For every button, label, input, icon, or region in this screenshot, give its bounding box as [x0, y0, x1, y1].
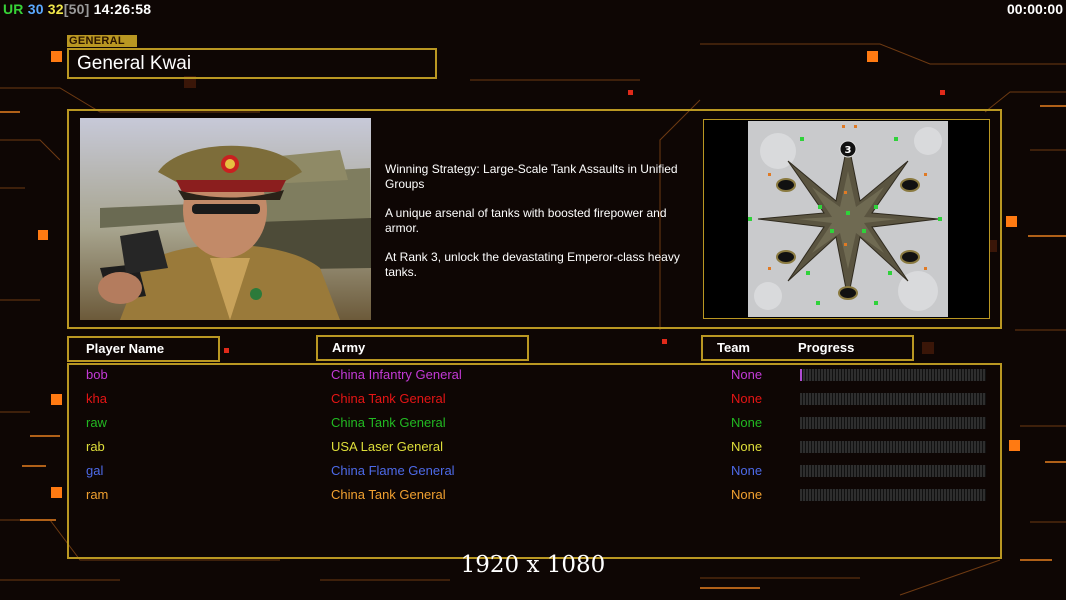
map-player-marker: 3 — [845, 145, 852, 156]
progress-fill — [800, 369, 802, 381]
player-team[interactable]: None — [731, 438, 762, 456]
hud-ur-label: UR — [3, 1, 24, 17]
player-row[interactable]: ram China Tank General None — [69, 486, 1000, 504]
player-name: rab — [86, 439, 105, 454]
header-player-name-label: Player Name — [86, 341, 165, 356]
progress-bar — [800, 417, 986, 429]
player-team[interactable]: None — [731, 366, 762, 384]
player-row[interactable]: gal China Flame General None — [69, 462, 1000, 480]
player-army[interactable]: China Tank General — [331, 414, 446, 432]
player-team[interactable]: None — [731, 462, 762, 480]
player-army[interactable]: China Tank General — [331, 486, 446, 504]
hud-stats: UR 30 32[50] 14:26:58 — [3, 1, 151, 17]
header-player-name[interactable]: Player Name — [67, 336, 220, 362]
progress-bar — [800, 441, 986, 453]
player-army[interactable]: USA Laser General — [331, 438, 443, 456]
description-rank: At Rank 3, unlock the devastating Empero… — [385, 250, 680, 279]
description-strategy: Winning Strategy: Large-Scale Tank Assau… — [385, 162, 678, 191]
player-army[interactable]: China Flame General — [331, 462, 455, 480]
general-portrait — [80, 118, 371, 320]
hud-clock: 14:26:58 — [93, 1, 152, 17]
hud-bracket-value: [50] — [63, 1, 90, 17]
hud-timer: 00:00:00 — [1006, 1, 1063, 17]
player-army[interactable]: China Tank General — [331, 390, 446, 408]
progress-bar — [800, 489, 986, 501]
player-name: ram — [86, 487, 109, 502]
progress-bar — [800, 393, 986, 405]
player-row[interactable]: bob China Infantry General None — [69, 366, 1000, 384]
player-list: bob China Infantry General None kha China Ta… — [67, 363, 1002, 559]
hud-value-1: 30 — [27, 1, 44, 17]
header-team-progress: Team Progress — [701, 335, 914, 361]
player-team[interactable]: None — [731, 486, 762, 504]
general-tag: GENERAL — [67, 35, 137, 47]
player-name: kha — [86, 391, 107, 406]
hud-value-2: 32 — [47, 1, 64, 17]
header-army[interactable]: Army — [316, 335, 529, 361]
progress-bar — [800, 465, 986, 477]
general-name: General Kwai — [67, 48, 437, 79]
map-preview[interactable]: 3 — [703, 119, 990, 319]
player-army[interactable]: China Infantry General — [331, 366, 462, 384]
player-name: gal — [86, 463, 104, 478]
player-row[interactable]: rab USA Laser General None — [69, 438, 1000, 456]
progress-bar — [800, 369, 986, 381]
player-name: bob — [86, 367, 108, 382]
resolution-label: 1920 x 1080 — [460, 552, 606, 578]
player-team[interactable]: None — [731, 390, 762, 408]
player-row[interactable]: raw China Tank General None — [69, 414, 1000, 432]
player-name: raw — [86, 415, 107, 430]
player-team[interactable]: None — [731, 414, 762, 432]
header-progress-label: Progress — [798, 340, 855, 355]
header-army-label: Army — [332, 340, 366, 355]
description-arsenal: A unique arsenal of tanks with boosted f… — [385, 206, 667, 235]
player-row[interactable]: kha China Tank General None — [69, 390, 1000, 408]
general-description: Winning Strategy: Large-Scale Tank Assau… — [385, 162, 697, 294]
map-image: 3 — [748, 121, 948, 317]
header-team-label[interactable]: Team — [717, 340, 750, 355]
